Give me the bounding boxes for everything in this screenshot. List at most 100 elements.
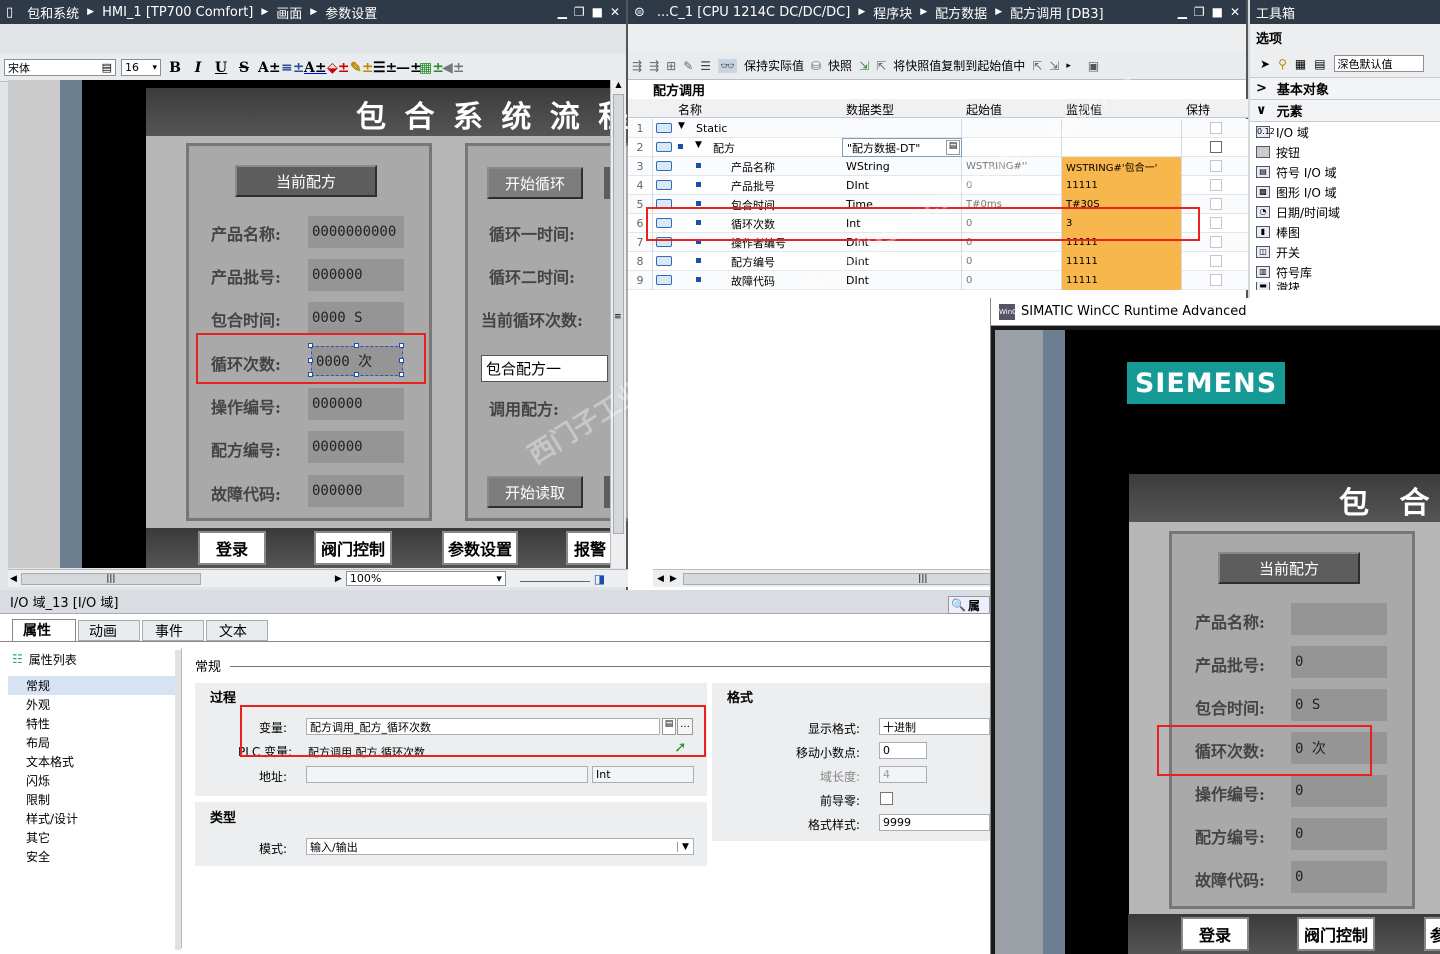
rt-batch-field[interactable]: 0: [1291, 646, 1387, 678]
load-icon[interactable]: ⇲: [859, 59, 869, 73]
breadcrumb-device[interactable]: HMI_1 [TP700 Comfort]: [102, 5, 253, 20]
rt-fault-field[interactable]: 0: [1291, 861, 1387, 893]
prop-style[interactable]: 样式/设计: [8, 809, 181, 828]
close-icon[interactable]: ✕: [610, 5, 620, 19]
rt-product-name-field[interactable]: [1291, 603, 1387, 635]
runtime-current-recipe-button[interactable]: 当前配方: [1218, 552, 1360, 584]
basic-objects-header[interactable]: > 基本对象: [1250, 78, 1440, 100]
grid-icon[interactable]: ▤: [1314, 57, 1325, 71]
breadcrumb-cpu[interactable]: ...C_1 [CPU 1214C DC/DC/DC]: [657, 5, 850, 20]
pin-icon[interactable]: ▯: [6, 5, 13, 20]
recipe-select-field[interactable]: 包合配方一: [481, 355, 608, 382]
snapshot-button[interactable]: 快照: [828, 57, 852, 74]
line-style-icon[interactable]: ☰±: [373, 60, 397, 76]
row-start[interactable]: [962, 138, 1062, 157]
prop-general[interactable]: 常规: [8, 676, 181, 695]
display-format-select[interactable]: 十进制: [879, 718, 990, 735]
breadcrumb-screen[interactable]: 参数设置: [325, 3, 377, 22]
retain-checkbox[interactable]: [1210, 217, 1222, 229]
rt-recipe-no-field[interactable]: 0: [1291, 818, 1387, 850]
leading-zeros-checkbox[interactable]: [880, 792, 893, 805]
breadcrumb-project[interactable]: 包和系统: [27, 3, 79, 22]
breadcrumb-screens[interactable]: 画面: [276, 3, 302, 22]
expand-down-icon[interactable]: ▼: [678, 121, 685, 131]
copy-snapshot-button[interactable]: 将快照值复制到起始值中: [893, 57, 1025, 74]
nav-params-button[interactable]: 参数设置: [442, 531, 518, 565]
row-type[interactable]: DInt: [842, 176, 962, 195]
tool-symbol-library[interactable]: ▥ 符号库: [1250, 262, 1440, 282]
arrow-style-icon[interactable]: ◀±: [442, 60, 465, 76]
rt-nav-login-button[interactable]: 登录: [1181, 917, 1249, 951]
row-type[interactable]: DInt: [842, 252, 962, 271]
font-size-up-icon[interactable]: A±: [258, 60, 281, 76]
row-type[interactable]: [842, 119, 962, 138]
fault-io-field[interactable]: 000000: [308, 475, 404, 507]
underline-icon[interactable]: U: [212, 60, 230, 76]
address-input[interactable]: [306, 766, 588, 783]
breadcrumb-blocks[interactable]: 程序块: [873, 3, 912, 22]
prop-layout[interactable]: 布局: [8, 733, 181, 752]
tool-graphic-io[interactable]: ▩ 图形 I/O 域: [1250, 182, 1440, 202]
expand-down-icon[interactable]: ▼: [695, 140, 702, 150]
restore-icon[interactable]: ❐: [574, 5, 585, 19]
properties-tab-button[interactable]: 🔍 属: [948, 596, 990, 614]
prop-characteristics[interactable]: 特性: [8, 714, 181, 733]
retain-checkbox[interactable]: [1210, 236, 1222, 248]
minimize-icon[interactable]: ▁: [1178, 5, 1187, 19]
retain-checkbox[interactable]: [1210, 141, 1222, 153]
tab-properties[interactable]: 属性: [12, 619, 76, 641]
insert-row-icon[interactable]: ⇶: [632, 59, 642, 73]
elements-header[interactable]: ∨ 元素: [1250, 100, 1440, 122]
fill-color-icon[interactable]: ⬙±: [327, 60, 350, 76]
col-name[interactable]: 名称: [678, 101, 702, 118]
retain-checkbox[interactable]: [1210, 198, 1222, 210]
type-list-icon[interactable]: ▤: [946, 140, 960, 155]
nav-alarm-button[interactable]: 报警: [566, 531, 610, 565]
theme-select[interactable]: 深色默认值: [1333, 55, 1424, 72]
vertical-scrollbar[interactable]: ▲ ≡: [610, 80, 626, 568]
tool-io-field[interactable]: 0.12 I/O 域: [1250, 122, 1440, 142]
strikethrough-icon[interactable]: S: [235, 60, 253, 76]
table-row[interactable]: 4 产品批号 DInt 0 11111: [628, 176, 1248, 195]
edit-icon[interactable]: ✎: [683, 59, 693, 73]
rt-time-field[interactable]: 0 S: [1291, 689, 1387, 721]
font-name-select[interactable]: 宋体 ▤: [4, 59, 116, 76]
nav-valve-button[interactable]: 阀门控制: [314, 531, 392, 565]
recipe-no-io-field[interactable]: 000000: [308, 431, 404, 463]
col-monitor[interactable]: 监视值: [1066, 101, 1102, 118]
retain-checkbox[interactable]: [1210, 122, 1222, 134]
view-icon[interactable]: ▦: [1295, 57, 1306, 71]
maximize-icon[interactable]: ■: [1212, 5, 1223, 19]
tab-animation[interactable]: 动画: [78, 620, 140, 641]
time-io-field[interactable]: 0000 S: [308, 302, 404, 334]
line-width-icon[interactable]: —±: [396, 60, 422, 76]
tool-slider[interactable]: ▬ 滑块: [1250, 282, 1440, 290]
col-retain[interactable]: 保持: [1186, 101, 1210, 118]
italic-icon[interactable]: I: [189, 60, 207, 76]
row-start[interactable]: 0: [962, 271, 1062, 290]
retain-checkbox[interactable]: [1210, 179, 1222, 191]
col-type[interactable]: 数据类型: [846, 101, 894, 118]
line-color-icon[interactable]: ✎±: [350, 60, 373, 76]
row-start[interactable]: [962, 119, 1062, 138]
expand-icon[interactable]: ⊞: [666, 59, 676, 73]
table-row[interactable]: 3 产品名称 WString WSTRING#'' WSTRING#'包合一': [628, 157, 1248, 176]
zoom-slider[interactable]: [519, 576, 590, 582]
upload-icon[interactable]: ⇱: [876, 59, 886, 73]
row-start[interactable]: 0: [962, 176, 1062, 195]
pattern-icon[interactable]: ▦±: [419, 60, 444, 76]
prop-security[interactable]: 安全: [8, 847, 181, 866]
tool-switch[interactable]: ◫ 开关: [1250, 242, 1440, 262]
zoom-select[interactable]: 100% ▾: [345, 571, 506, 586]
tool-button[interactable]: 按钮: [1250, 142, 1440, 162]
start-cycle-button[interactable]: 开始循环: [487, 167, 583, 199]
breadcrumb-folder[interactable]: 配方数据: [935, 3, 987, 22]
list-icon[interactable]: ☰: [700, 59, 711, 73]
mode-select[interactable]: 输入/输出 ▼: [306, 838, 694, 855]
batch-io-field[interactable]: 000000: [308, 259, 404, 291]
row-type[interactable]: WString: [842, 157, 962, 176]
rt-nav-valve-button[interactable]: 阀门控制: [1297, 917, 1375, 951]
prop-misc[interactable]: 其它: [8, 828, 181, 847]
keep-actual-button[interactable]: 保持实际值: [744, 57, 804, 74]
start-read-button[interactable]: 开始读取: [487, 476, 583, 508]
